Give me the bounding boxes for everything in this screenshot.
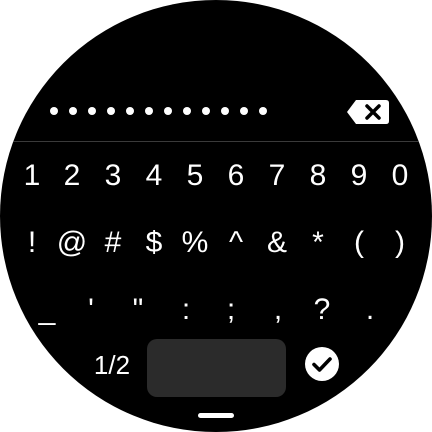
backspace-button[interactable]: [346, 99, 390, 125]
key-1-8[interactable]: (: [341, 221, 377, 265]
key-2-5[interactable]: ,: [260, 288, 296, 332]
key-2-6[interactable]: ?: [304, 288, 340, 332]
key-0-2[interactable]: 3: [95, 154, 131, 198]
password-mask-dot: [240, 107, 248, 115]
key-0-5[interactable]: 6: [218, 154, 254, 198]
key-2-3[interactable]: :: [168, 288, 204, 332]
key-1-1[interactable]: @: [54, 221, 90, 265]
key-0-0[interactable]: 1: [14, 154, 50, 198]
password-mask-dot: [69, 107, 77, 115]
key-2-0[interactable]: _: [29, 288, 65, 332]
divider: [0, 141, 432, 142]
key-2-2[interactable]: ": [120, 288, 156, 332]
password-mask-dot: [259, 107, 267, 115]
password-mask-dot: [183, 107, 191, 115]
key-2-4[interactable]: ;: [213, 288, 249, 332]
key-0-1[interactable]: 2: [54, 154, 90, 198]
watch-screen: 1 2 3 4 5 6 7 8 9 0! @ # $% ^ & *() _ ' ":;,?. 1/2: [0, 0, 432, 432]
home-indicator[interactable]: [198, 413, 234, 418]
key-1-5[interactable]: ^: [218, 221, 254, 265]
key-0-3[interactable]: 4: [136, 154, 172, 198]
key-1-2[interactable]: #: [95, 221, 131, 265]
key-1-7[interactable]: *: [300, 221, 336, 265]
password-mask-dot: [126, 107, 134, 115]
password-mask-dot: [221, 107, 229, 115]
password-field[interactable]: [40, 100, 270, 124]
page-toggle-button[interactable]: 1/2: [86, 345, 138, 385]
key-0-4[interactable]: 5: [177, 154, 213, 198]
space-key[interactable]: [147, 339, 286, 397]
key-2-1[interactable]: ': [73, 288, 109, 332]
password-mask-dot: [50, 107, 58, 115]
key-0-6[interactable]: 7: [259, 154, 295, 198]
password-mask-dot: [88, 107, 96, 115]
check-circle-icon: [305, 347, 339, 381]
key-0-9[interactable]: 0: [382, 154, 418, 198]
password-mask-dot: [107, 107, 115, 115]
key-2-7[interactable]: .: [352, 288, 388, 332]
done-button[interactable]: [305, 347, 339, 381]
password-mask-dot: [145, 107, 153, 115]
key-1-0[interactable]: !: [14, 221, 50, 265]
key-0-7[interactable]: 8: [300, 154, 336, 198]
password-mask-dot: [164, 107, 172, 115]
key-1-4[interactable]: %: [177, 221, 213, 265]
key-0-8[interactable]: 9: [341, 154, 377, 198]
password-mask-dot: [202, 107, 210, 115]
key-1-9[interactable]: ): [382, 221, 418, 265]
key-1-3[interactable]: $: [136, 221, 172, 265]
backspace-icon: [347, 100, 389, 124]
key-1-6[interactable]: &: [259, 221, 295, 265]
